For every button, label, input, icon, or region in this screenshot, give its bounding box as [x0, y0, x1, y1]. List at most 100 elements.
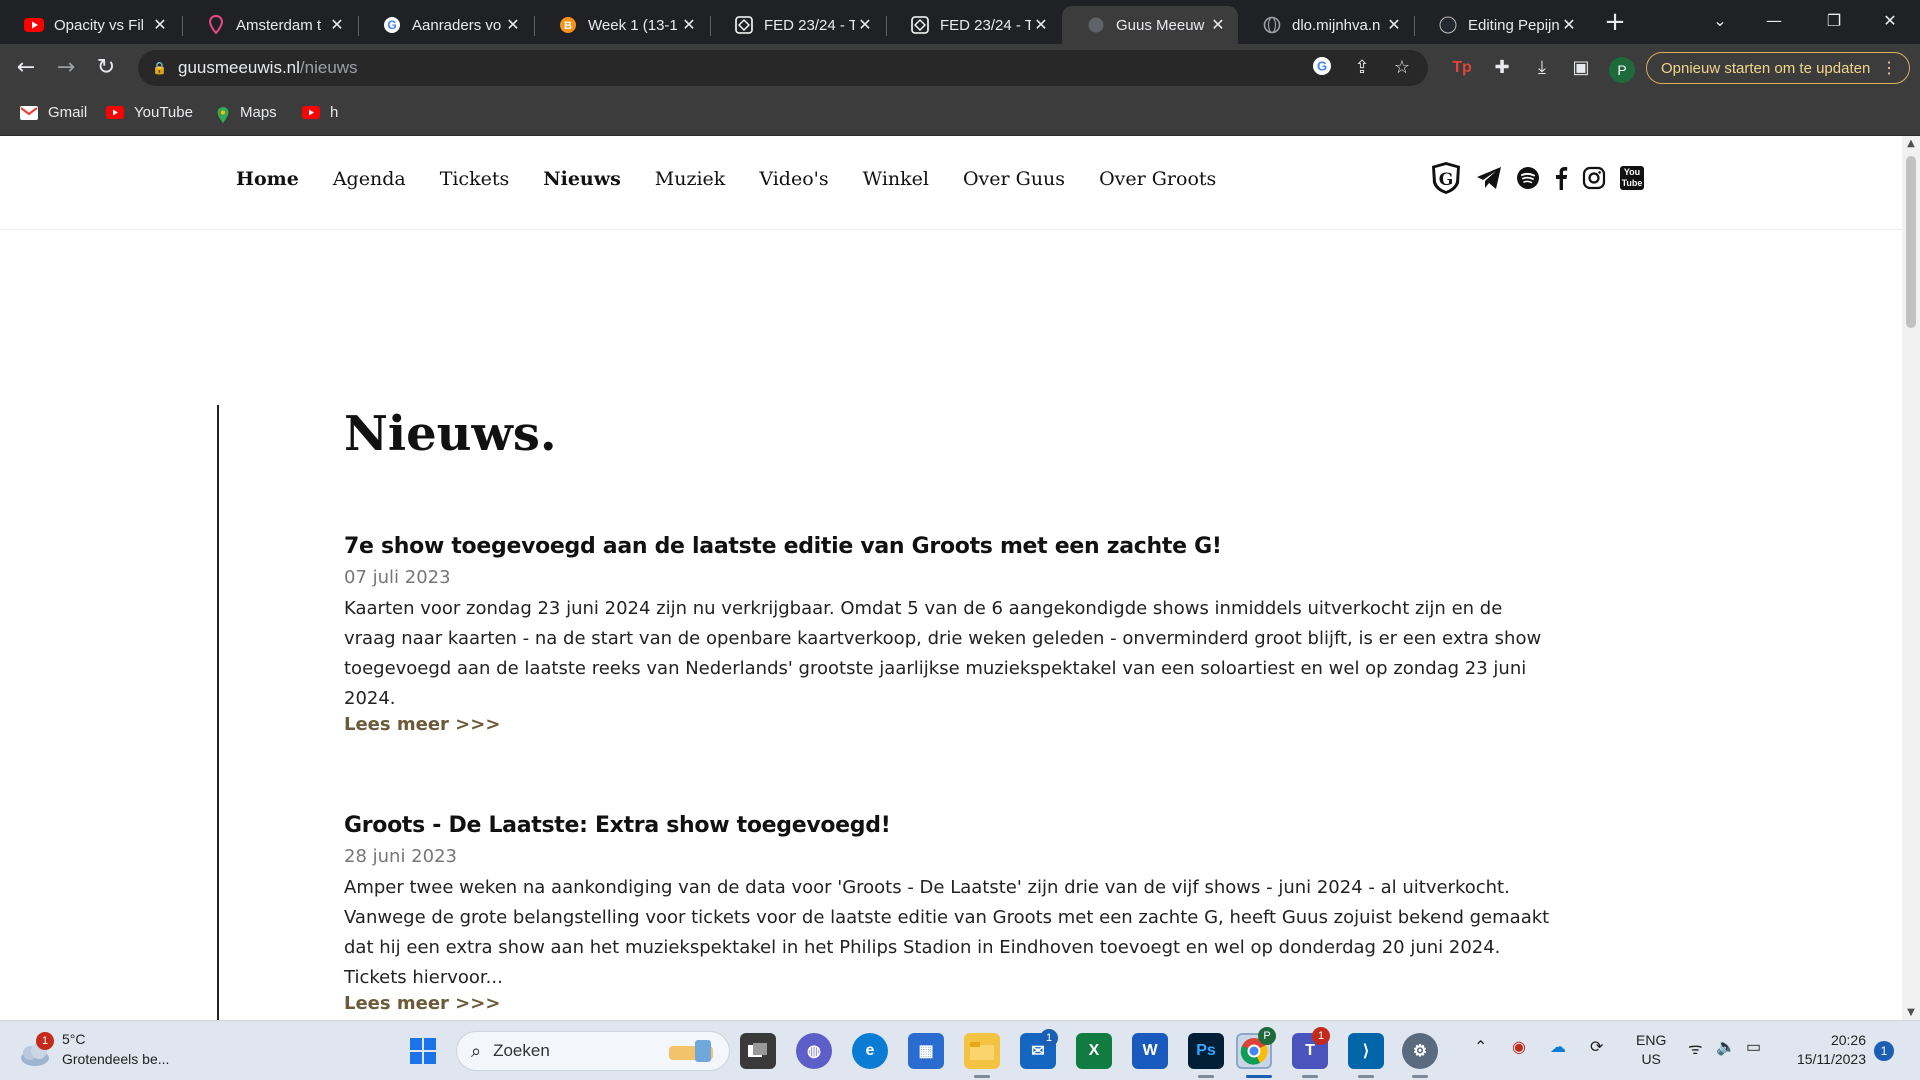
decorative-vertical-line [217, 405, 219, 1020]
close-tab-icon[interactable]: ✕ [1208, 15, 1228, 35]
tab-search-chevron-icon[interactable]: ⌄ [1700, 6, 1740, 36]
close-tab-icon[interactable]: ✕ [150, 15, 170, 35]
bookmark-h[interactable]: h [302, 104, 338, 121]
tab-0[interactable]: Opacity vs Fil ✕ [0, 6, 180, 44]
tab-2[interactable]: G Aanraders vo ✕ [358, 6, 533, 44]
task-view-icon[interactable] [740, 1033, 776, 1069]
store-icon[interactable]: ▦ [908, 1033, 944, 1069]
sync-icon[interactable]: ⟳ [1590, 1037, 1603, 1057]
scroll-up-arrow-icon[interactable]: ▲ [1902, 138, 1920, 149]
close-tab-icon[interactable]: ✕ [679, 15, 699, 35]
menu-item-over-guus[interactable]: Over Guus [963, 168, 1065, 190]
volume-icon[interactable]: 🔈 [1716, 1037, 1736, 1057]
bookmark-maps[interactable]: Maps [216, 104, 277, 123]
close-window-button[interactable]: ✕ [1870, 6, 1910, 36]
back-button[interactable]: ← [12, 54, 40, 82]
close-tab-icon[interactable]: ✕ [1559, 15, 1579, 35]
weather-cloud-icon: 1 [18, 1032, 54, 1066]
page-scrollbar[interactable]: ▲ ▼ [1902, 136, 1920, 1020]
excel-icon[interactable]: X [1076, 1033, 1112, 1069]
onedrive-cloud-icon[interactable]: ☁ [1550, 1037, 1566, 1057]
tab-3[interactable]: B Week 1 (13-1 ✕ [534, 6, 709, 44]
youtube-icon [106, 105, 124, 120]
taskbar-search[interactable]: ⌕ Zoeken [456, 1031, 730, 1071]
scroll-down-arrow-icon[interactable]: ▼ [1902, 1007, 1920, 1018]
menu-item-tickets[interactable]: Tickets [440, 168, 510, 190]
tab-4[interactable]: FED 23/24 - T ✕ [710, 6, 885, 44]
close-tab-icon[interactable]: ✕ [1384, 15, 1404, 35]
input-language[interactable]: ENG US [1636, 1031, 1666, 1069]
teams-chat-icon[interactable]: ◍ [796, 1033, 832, 1069]
guus-logo-icon[interactable]: G [1430, 162, 1462, 194]
read-more-link[interactable]: Lees meer >>> [344, 714, 500, 735]
instagram-icon[interactable] [1582, 164, 1606, 192]
tab-8[interactable]: Editing Pepijn ✕ [1414, 6, 1589, 44]
photoshop-icon[interactable]: Ps [1188, 1033, 1224, 1069]
menu-item-nieuws[interactable]: Nieuws [543, 168, 621, 190]
share-icon[interactable]: ⇪ [1350, 56, 1374, 80]
weather-widget[interactable]: 1 5°C Grotendeels be... [18, 1029, 169, 1069]
tab-7[interactable]: dlo.mijnhva.n ✕ [1238, 6, 1414, 44]
wifi-icon[interactable]: ᯤ [1688, 1037, 1703, 1059]
telegram-icon[interactable] [1476, 164, 1502, 192]
scrollbar-thumb[interactable] [1906, 156, 1916, 328]
extension-tp-icon[interactable]: Tp [1450, 56, 1474, 80]
menu-item-muziek[interactable]: Muziek [655, 168, 726, 190]
tab-5[interactable]: FED 23/24 - T ✕ [886, 6, 1061, 44]
close-tab-icon[interactable]: ✕ [1031, 15, 1051, 35]
new-tab-button[interactable]: + [1600, 8, 1630, 38]
security-icon[interactable]: ◉ [1512, 1037, 1526, 1057]
close-tab-icon[interactable]: ✕ [503, 15, 523, 35]
bookmark-gmail[interactable]: Gmail [20, 104, 87, 121]
profile-avatar[interactable]: P [1609, 57, 1635, 83]
file-explorer-icon[interactable] [964, 1033, 1000, 1069]
lock-icon[interactable]: 🔒 [152, 61, 168, 75]
extensions-puzzle-icon[interactable]: ✚ [1490, 56, 1514, 80]
article-title[interactable]: Groots - De Laatste: Extra show toegevoe… [344, 813, 1554, 838]
news-article: Groots - De Laatste: Extra show toegevoe… [344, 813, 1554, 1014]
youtube-icon [24, 15, 44, 35]
youtube-icon[interactable]: You Tube [1620, 164, 1644, 192]
notification-count[interactable]: 1 [1874, 1041, 1894, 1061]
reload-button[interactable]: ↻ [92, 54, 120, 82]
close-tab-icon[interactable]: ✕ [855, 15, 875, 35]
address-bar[interactable]: 🔒 guusmeeuwis.nl/nieuws G ⇪ ☆ [138, 50, 1428, 86]
url-text[interactable]: guusmeeuwis.nl/nieuws [178, 58, 358, 78]
menu-item-agenda[interactable]: Agenda [333, 168, 406, 190]
menu-item-winkel[interactable]: Winkel [863, 168, 929, 190]
spotify-icon[interactable] [1516, 164, 1540, 192]
menu-item-home[interactable]: Home [236, 168, 299, 190]
menu-item-videos[interactable]: Video's [759, 168, 828, 190]
minimize-button[interactable]: — [1754, 6, 1794, 36]
codepen-icon [734, 15, 754, 35]
forward-button[interactable]: → [52, 54, 80, 82]
close-tab-icon[interactable]: ✕ [327, 15, 347, 35]
start-button[interactable] [405, 1033, 441, 1069]
article-title[interactable]: 7e show toegevoegd aan de laatste editie… [344, 534, 1554, 559]
battery-icon[interactable]: ▭ [1746, 1037, 1761, 1057]
facebook-icon[interactable] [1554, 164, 1568, 192]
bookmark-star-icon[interactable]: ☆ [1390, 56, 1414, 80]
more-menu-icon[interactable]: ⋮ [1881, 58, 1897, 78]
update-restart-button[interactable]: Opnieuw starten om te updaten ⋮ [1646, 52, 1910, 84]
weather-desc: Grotendeels be... [62, 1051, 170, 1067]
url-path: /nieuws [299, 58, 358, 77]
side-panel-icon[interactable]: ▣ [1569, 56, 1593, 80]
vscode-icon[interactable]: ⟩ [1348, 1033, 1384, 1069]
show-hidden-icons-chevron-icon[interactable]: ⌃ [1474, 1037, 1487, 1057]
menu-item-over-groots[interactable]: Over Groots [1099, 168, 1216, 190]
download-icon[interactable]: ⤓ [1530, 56, 1554, 80]
system-clock[interactable]: 20:26 15/11/2023 [1786, 1031, 1866, 1069]
bookmark-youtube[interactable]: YouTube [106, 104, 193, 121]
edge-icon[interactable]: e [852, 1033, 888, 1069]
word-icon[interactable]: W [1132, 1033, 1168, 1069]
lang-bottom: US [1641, 1051, 1661, 1067]
tab-6[interactable]: Guus Meeuw ✕ [1062, 6, 1238, 44]
read-more-link[interactable]: Lees meer >>> [344, 993, 500, 1014]
tab-1[interactable]: Amsterdam t ✕ [182, 6, 357, 44]
restore-button[interactable]: ❐ [1814, 6, 1854, 36]
google-lens-icon[interactable]: G [1310, 56, 1334, 80]
clock-date: 15/11/2023 [1796, 1051, 1866, 1067]
tab-title: FED 23/24 - T [764, 16, 855, 34]
settings-gear-icon[interactable]: ⚙ [1402, 1033, 1438, 1069]
